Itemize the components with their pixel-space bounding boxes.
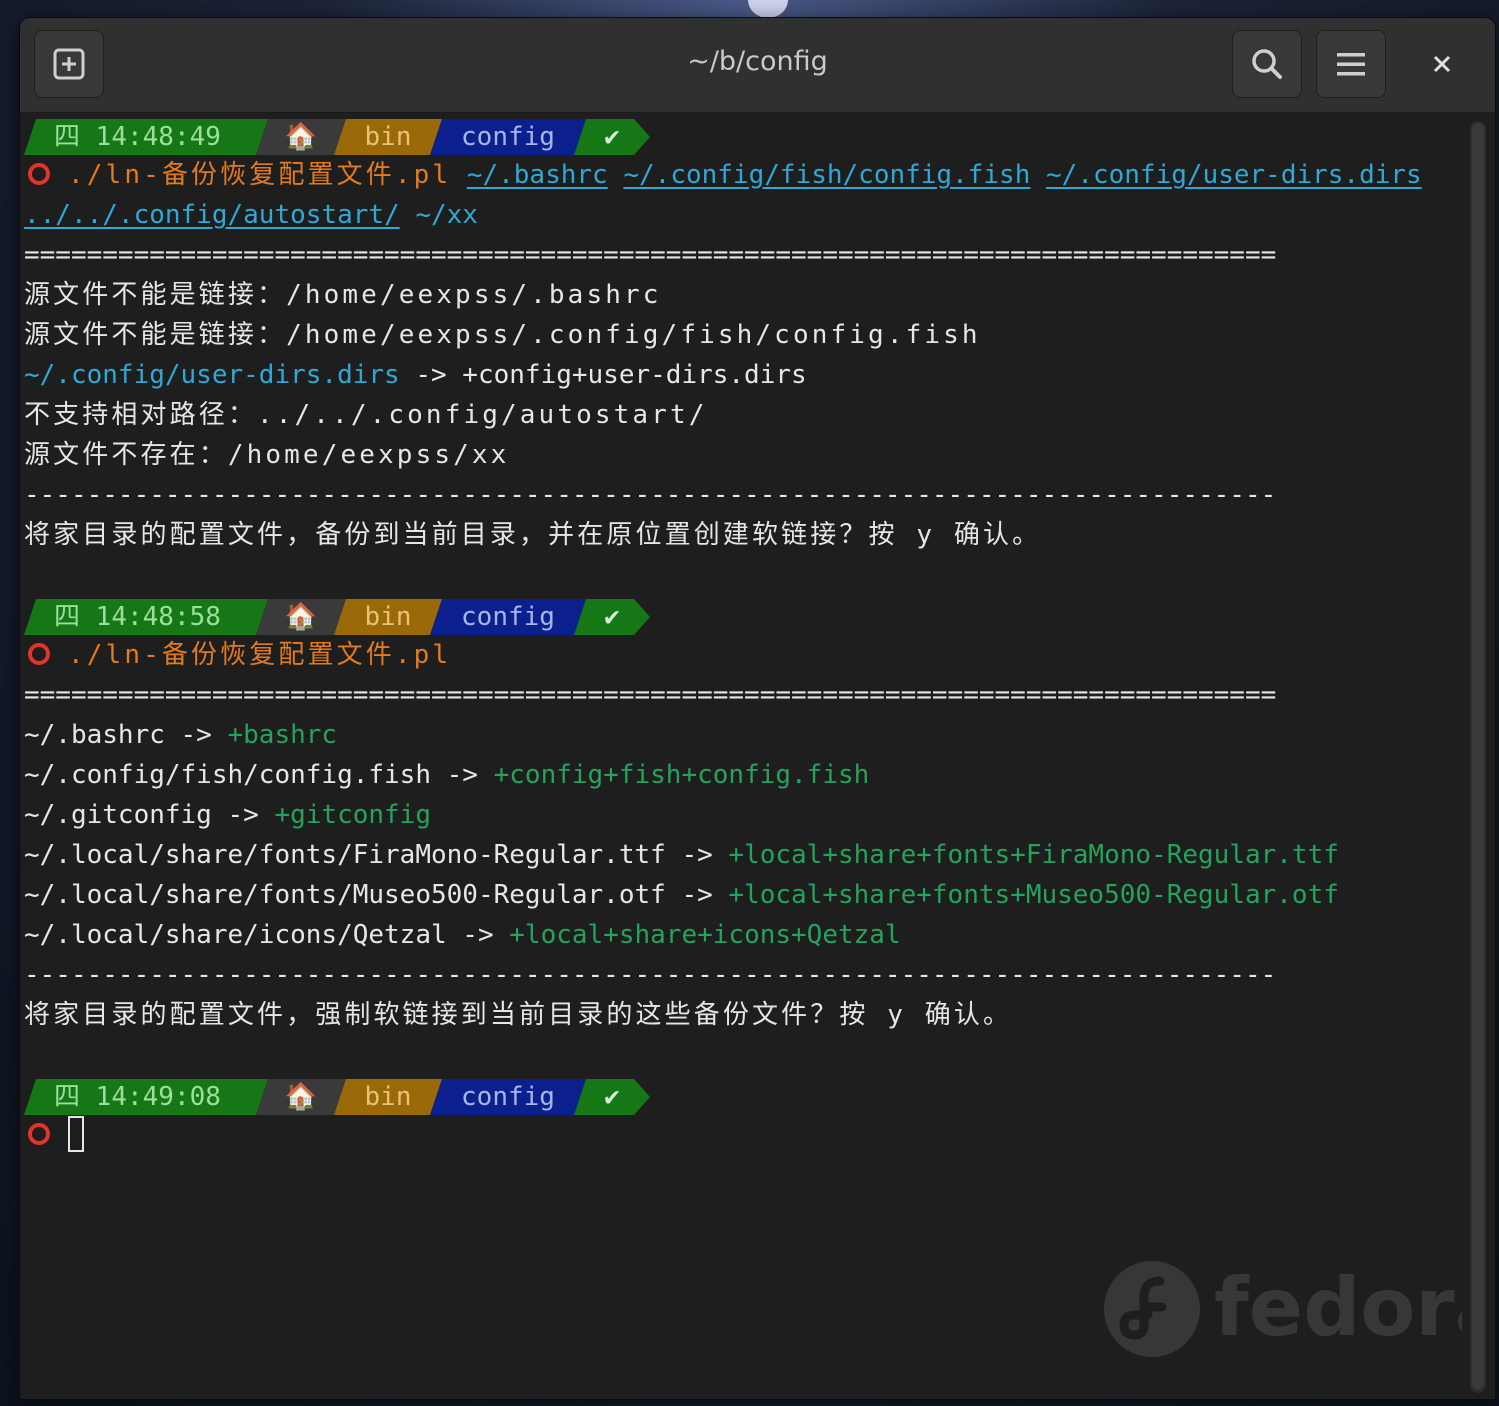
prompt-dir-config: config — [430, 119, 586, 155]
home-icon: 🏠 — [256, 119, 346, 155]
path-link[interactable]: ~/.bashrc — [467, 160, 608, 190]
prompt-dir-config: config — [430, 1079, 586, 1115]
output-line: 源文件不能是链接：/home/eexpss/.config/fish/confi… — [24, 320, 981, 350]
source-path: ~/.config/user-dirs.dirs — [24, 360, 400, 390]
hamburger-menu-icon — [1337, 53, 1365, 76]
prompt-dir-bin: bin — [334, 599, 442, 635]
prompt-dir-config: config — [430, 599, 586, 635]
backup-name: +local+share+fonts+Museo500-Regular.otf — [728, 880, 1339, 910]
scrollbar-thumb[interactable] — [1472, 123, 1484, 1389]
terminal-area[interactable]: fedora 四 14:48:49 🏠 bin config ✔ ./ln-备份… — [20, 113, 1495, 1399]
backup-name: +local+share+icons+Qetzal — [509, 920, 901, 950]
output-line: 源文件不能是链接：/home/eexpss/.bashrc — [24, 280, 662, 310]
home-icon: 🏠 — [256, 1079, 346, 1115]
link-row: ~/.local/share/fonts/FiraMono-Regular.tt… — [24, 840, 1339, 870]
path-link[interactable]: ../../.config/autostart/ — [24, 200, 400, 230]
shell-prompt: 四 14:49:08 🏠 bin config ✔ — [24, 1075, 1422, 1115]
backup-name: +bashrc — [227, 720, 338, 750]
shell-prompt: 四 14:48:58 🏠 bin config ✔ — [24, 595, 1422, 635]
link-row: ~/.gitconfig -> +gitconfig — [24, 800, 431, 830]
fedora-logo: fedora — [1102, 1255, 1495, 1369]
path-link[interactable]: ~/.config/user-dirs.dirs — [1046, 160, 1422, 190]
prompt-time-segment: 四 14:48:58 — [24, 599, 268, 635]
home-icon: 🏠 — [256, 599, 346, 635]
link-row: ~/.local/share/icons/Qetzal -> +local+sh… — [24, 920, 901, 950]
path-link[interactable]: ~/.config/fish/config.fish — [623, 160, 1030, 190]
close-icon — [1433, 55, 1451, 73]
separator-line: ----------------------------------------… — [24, 960, 1277, 990]
command-line: ./ln-备份恢复配置文件.pl ~/.bashrc ~/.config/fis… — [24, 155, 1422, 195]
input-line[interactable] — [24, 1115, 1422, 1155]
output-line: 源文件不存在：/home/eexpss/xx — [24, 440, 510, 470]
command-text: ./ln-备份恢复配置文件.pl — [68, 640, 452, 670]
link-row: ~/.local/share/fonts/Museo500-Regular.ot… — [24, 880, 1339, 910]
prompt-circle-icon — [28, 1122, 50, 1145]
prompt-dir-bin: bin — [334, 119, 442, 155]
separator-line: ========================================… — [24, 240, 1277, 270]
status-check-icon: ✔ — [574, 1079, 650, 1115]
shell-prompt: 四 14:48:49 🏠 bin config ✔ — [24, 115, 1422, 155]
search-icon — [1252, 49, 1282, 79]
output-line: ~/.config/user-dirs.dirs -> +config+user… — [24, 360, 807, 390]
prompt-dir-bin: bin — [334, 1079, 442, 1115]
svg-text:fedora: fedora — [1214, 1261, 1462, 1354]
status-check-icon: ✔ — [574, 119, 650, 155]
backup-name: +local+share+fonts+FiraMono-Regular.ttf — [728, 840, 1339, 870]
separator-line: ========================================… — [24, 680, 1277, 710]
prompt-circle-icon — [28, 642, 50, 665]
command-line-continued: ../../.config/autostart/ ~/xx — [24, 195, 1422, 235]
backup-name: +config+fish+config.fish — [493, 760, 870, 790]
terminal-output: 四 14:48:49 🏠 bin config ✔ ./ln-备份恢复配置文件.… — [24, 115, 1422, 1155]
status-check-icon: ✔ — [574, 599, 650, 635]
text-cursor — [68, 1115, 84, 1152]
output-line: 不支持相对路径：../../.config/autostart/ — [24, 400, 708, 430]
path-arg: ~/xx — [415, 200, 478, 230]
prompt-time-segment: 四 14:49:08 — [24, 1079, 268, 1115]
confirm-prompt: 将家目录的配置文件，备份到当前目录，并在原位置创建软链接？按 y 确认。 — [24, 520, 1042, 550]
header-bar: ~/b/config — [20, 18, 1495, 113]
prompt-circle-icon — [28, 162, 50, 185]
link-row: ~/.bashrc -> +bashrc — [24, 720, 338, 750]
menu-button[interactable] — [1316, 30, 1386, 98]
terminal-window: ~/b/config fedora — [20, 18, 1495, 1399]
command-text: ./ln-备份恢复配置文件.pl — [68, 160, 452, 190]
confirm-prompt: 将家目录的配置文件，强制软链接到当前目录的这些备份文件？按 y 确认。 — [24, 1000, 1013, 1030]
command-line: ./ln-备份恢复配置文件.pl — [24, 635, 1422, 675]
backup-name: +gitconfig — [274, 800, 431, 830]
link-row: ~/.config/fish/config.fish -> +config+fi… — [24, 760, 870, 790]
prompt-time-segment: 四 14:48:49 — [24, 119, 268, 155]
separator-line: ----------------------------------------… — [24, 480, 1277, 510]
search-button[interactable] — [1232, 30, 1302, 98]
close-button[interactable] — [1422, 44, 1462, 84]
